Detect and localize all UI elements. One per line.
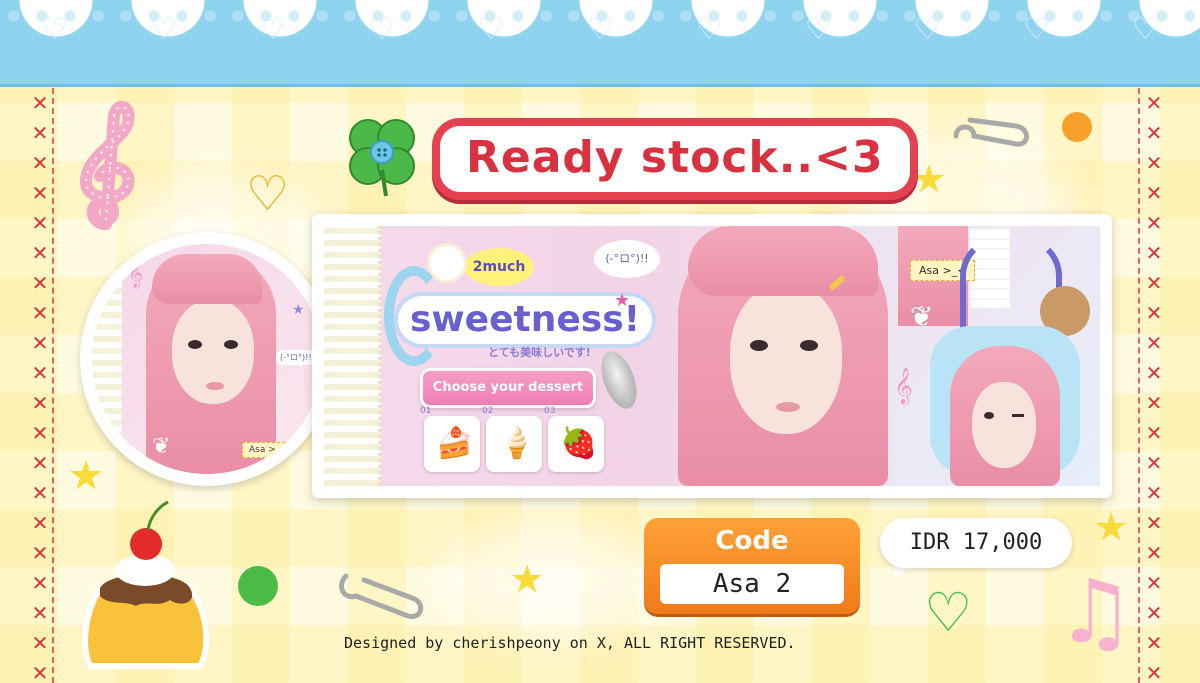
right-collage: Asa >_< 𝄞 ❦: [890, 226, 1100, 486]
title-badge: Ready stock..<3: [432, 118, 918, 200]
code-label: Code: [715, 526, 789, 556]
paperclip-icon: [953, 117, 1029, 147]
star-icon: ★: [292, 302, 305, 318]
treble-clef-icon: 𝄞: [894, 366, 913, 404]
dessert-option-1[interactable]: 01 🍰: [420, 406, 480, 472]
crepe-icon: 🍦: [498, 426, 536, 461]
kaomoji-bubble: (-°ロ°)!!: [276, 350, 316, 365]
center-portrait: [668, 226, 898, 486]
clover-icon: [349, 119, 415, 197]
stitch-line-left: [52, 88, 54, 683]
wink-eye: [1012, 414, 1024, 417]
star-icon: ★: [510, 557, 545, 601]
name-tag: Asa >_<: [242, 442, 295, 458]
treble-clef-icon: [80, 101, 135, 230]
music-note-icon: ♫: [1056, 560, 1135, 663]
choose-dessert-button[interactable]: Choose your dessert: [420, 368, 596, 408]
heart-outline-icon: ♡: [246, 166, 290, 222]
sandwich-icon: 🍓: [560, 426, 598, 461]
credit-text: Designed by cherishpeony on X, ALL RIGHT…: [344, 634, 796, 652]
jp-subtitle: とても美味しいです!: [488, 346, 591, 359]
paperclip-icon: [339, 573, 424, 620]
wings-icon: ❦: [910, 300, 934, 333]
lace-top-border: ♡ ♡ ♡ ♡ ♡ ♡ ♡ ♡ ♡ ♡ ♡: [0, 0, 1200, 87]
star-icon: ★: [1094, 505, 1129, 549]
sweetness-panel: 2much sweetness! とても美味しいです! (-°ロ°)!! ★ C…: [384, 226, 666, 486]
price-bubble: IDR 17,000: [880, 518, 1072, 568]
whipped-cream-icon: [430, 246, 464, 280]
wings-icon: ❦: [152, 434, 171, 459]
stitch-line-right: [1138, 88, 1140, 683]
lace-strip: [324, 226, 381, 486]
pudding-icon: [82, 500, 210, 669]
dessert-option-2[interactable]: 02 🍦: [482, 406, 542, 472]
code-value: Asa 2: [660, 564, 844, 604]
code-box: Code Asa 2: [644, 518, 860, 614]
page-title: Ready stock..<3: [466, 132, 884, 183]
treble-clef-icon: 𝄞: [128, 258, 144, 288]
circle-photo: 𝄞 ★ (-°ロ°)!! Asa >_< ❦: [92, 244, 322, 474]
circle-photo-frame: 𝄞 ★ (-°ロ°)!! Asa >_< ❦: [80, 232, 334, 486]
stitch-border-left: ✕ ✕ ✕ ✕ ✕ ✕ ✕ ✕ ✕ ✕ ✕ ✕ ✕ ✕ ✕ ✕ ✕ ✕ ✕ ✕: [31, 91, 49, 683]
cake-slice-icon: 🍰: [436, 426, 474, 461]
orange-dot: [1062, 112, 1092, 142]
stitch-border-right: ✕ ✕ ✕ ✕ ✕ ✕ ✕ ✕ ✕ ✕ ✕ ✕ ✕ ✕ ✕ ✕ ✕ ✕ ✕ ✕: [1145, 91, 1163, 683]
banner-frame: 2much sweetness! とても美味しいです! (-°ロ°)!! ★ C…: [312, 214, 1112, 498]
heart-outline-icon: ♡: [924, 581, 973, 644]
star-icon: ★: [614, 290, 631, 311]
banner-image: 2much sweetness! とても美味しいです! (-°ロ°)!! ★ C…: [324, 226, 1100, 486]
green-dot: [238, 566, 278, 606]
kaomoji-bubble: (-°ロ°)!!: [594, 240, 660, 278]
much-tag: 2much: [464, 248, 534, 286]
dessert-option-3[interactable]: 03 🍓: [544, 406, 604, 472]
